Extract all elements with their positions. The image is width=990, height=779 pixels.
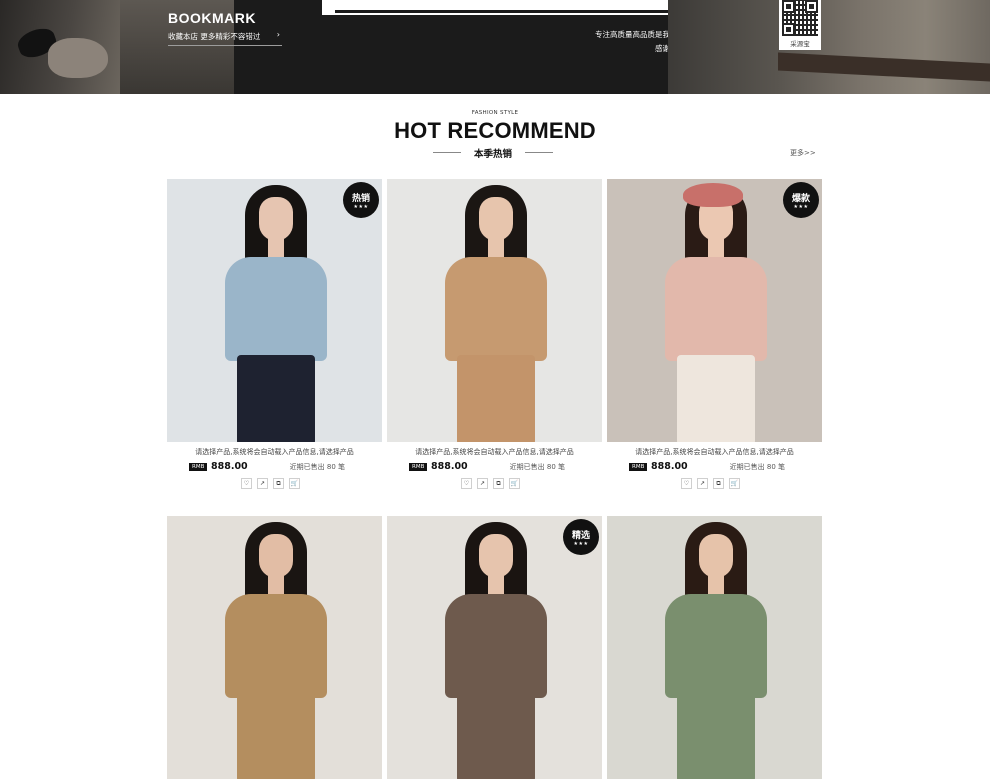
cart-icon[interactable]: 🛒 <box>289 478 300 489</box>
product-photo[interactable] <box>607 516 822 779</box>
garment-bottom <box>237 355 315 442</box>
product-photo[interactable] <box>607 179 822 442</box>
star-rating-icon: ★★★ <box>793 204 809 210</box>
more-link[interactable]: 更多>> <box>790 148 816 158</box>
section-kicker: FASHION STYLE <box>471 110 519 116</box>
garment-top <box>665 594 767 698</box>
chevron-right-icon: › <box>276 30 280 39</box>
currency-tag: RMB <box>409 463 428 471</box>
model-face <box>479 534 513 578</box>
garment-top <box>225 594 327 698</box>
product-photo[interactable] <box>387 179 602 442</box>
section-subtitle: 本季热销 <box>473 149 512 160</box>
heart-icon[interactable]: ♡ <box>461 478 472 489</box>
cart-icon[interactable]: 🛒 <box>509 478 520 489</box>
bookmark-link[interactable]: 收藏本店 更多精彩不容错过 › <box>168 30 282 46</box>
garment-bottom <box>457 692 535 779</box>
badge-label: 精选 <box>571 531 590 541</box>
price-row: RMB 888.00 近期已售出 80 笔 <box>189 461 379 473</box>
garment-top <box>665 257 767 361</box>
qr-code-card[interactable]: 采源宝 <box>779 0 821 50</box>
star-rating-icon: ★★★ <box>353 204 369 210</box>
divider-right <box>525 152 553 153</box>
compare-icon[interactable]: ⧉ <box>713 478 724 489</box>
product-description[interactable]: 请选择产品,系统将会自动载入产品信息,请选择产品 <box>167 447 382 457</box>
model-face <box>479 197 513 241</box>
product-badge: 爆款 ★★★ <box>783 182 819 218</box>
star-rating-icon: ★★★ <box>573 541 589 547</box>
heart-icon[interactable]: ♡ <box>241 478 252 489</box>
product-badge: 精选 ★★★ <box>563 519 599 555</box>
section-subtitle-group: 本季热销 <box>433 145 553 160</box>
product-price: 888.00 <box>651 461 688 472</box>
currency-tag: RMB <box>189 463 208 471</box>
cart-icon[interactable]: 🛒 <box>729 478 740 489</box>
sold-count: 近期已售出 80 笔 <box>509 463 565 471</box>
garment-bottom <box>677 355 755 442</box>
product-description[interactable]: 请选择产品,系统将会自动载入产品信息,请选择产品 <box>607 447 822 457</box>
heart-icon[interactable]: ♡ <box>681 478 692 489</box>
bookmark-subtitle: 收藏本店 更多精彩不容错过 <box>168 32 261 41</box>
garment-bottom <box>677 692 755 779</box>
share-icon[interactable]: ↗ <box>477 478 488 489</box>
sold-count: 近期已售出 80 笔 <box>289 463 345 471</box>
share-icon[interactable]: ↗ <box>697 478 708 489</box>
garment-bottom <box>457 355 535 442</box>
badge-label: 热销 <box>351 194 370 204</box>
top-banner: BOOKMARK 收藏本店 更多精彩不容错过 › 专注高质量高品质是我们对顾客的… <box>0 0 990 94</box>
product-price: 888.00 <box>211 461 248 472</box>
garment-bottom <box>237 692 315 779</box>
product-badge: 热销 ★★★ <box>343 182 379 218</box>
banner-lifestyle-photo-right <box>668 0 990 94</box>
currency-tag: RMB <box>629 463 648 471</box>
bookmark-title: BOOKMARK <box>168 10 256 26</box>
price-row: RMB 888.00 近期已售出 80 笔 <box>629 461 819 473</box>
qr-code-icon <box>782 0 818 36</box>
compare-icon[interactable]: ⧉ <box>493 478 504 489</box>
model-hat <box>683 183 743 207</box>
section-title: HOT RECOMMEND <box>394 118 596 143</box>
badge-label: 爆款 <box>791 194 810 204</box>
sold-count: 近期已售出 80 笔 <box>729 463 785 471</box>
garment-top <box>225 257 327 361</box>
model-face <box>259 534 293 578</box>
model-face <box>699 534 733 578</box>
product-photo[interactable] <box>387 516 602 779</box>
price-row: RMB 888.00 近期已售出 80 笔 <box>409 461 599 473</box>
hand-image <box>48 38 108 78</box>
product-description[interactable]: 请选择产品,系统将会自动载入产品信息,请选择产品 <box>387 447 602 457</box>
product-photo[interactable] <box>167 516 382 779</box>
model-face <box>259 197 293 241</box>
compare-icon[interactable]: ⧉ <box>273 478 284 489</box>
garment-top <box>445 594 547 698</box>
product-price: 888.00 <box>431 461 468 472</box>
share-icon[interactable]: ↗ <box>257 478 268 489</box>
garment-top <box>445 257 547 361</box>
qr-code-label: 采源宝 <box>790 40 810 48</box>
product-photo[interactable] <box>167 179 382 442</box>
